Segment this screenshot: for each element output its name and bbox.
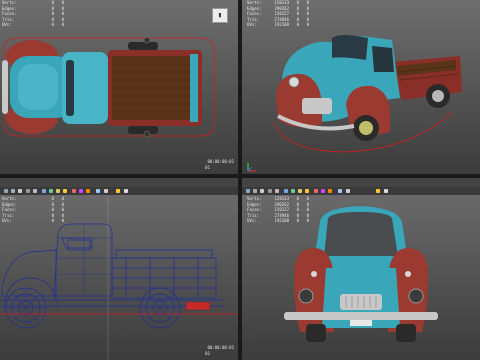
viewport-front[interactable]: View Shading Lighting Show Renderer Pane… <box>242 178 480 360</box>
panel-toolbar <box>0 187 238 195</box>
exposure-icon[interactable] <box>124 189 128 193</box>
xray-icon[interactable] <box>321 189 325 193</box>
exposure-icon[interactable] <box>384 189 388 193</box>
viewport-top[interactable]: Verts: 0 0 Edges: 0 0 Faces: 0 0 Tris: 0 0 UVs: 0… <box>0 0 238 174</box>
grid-icon[interactable] <box>26 189 30 193</box>
stat-row: UVs: 0 0 <box>2 218 64 223</box>
light-bulb-icon[interactable] <box>116 189 120 193</box>
shadows-icon[interactable] <box>72 189 76 193</box>
textured-icon[interactable] <box>298 189 302 193</box>
hud-icon[interactable] <box>338 189 342 193</box>
lights-icon[interactable] <box>305 189 309 193</box>
textured-icon[interactable] <box>56 189 60 193</box>
panel-toolbar <box>242 187 480 195</box>
film-gate-icon[interactable] <box>275 189 279 193</box>
panel-menu-bar: View Shading Lighting Show Renderer Pane… <box>242 178 480 194</box>
bookmark-icon[interactable] <box>253 189 257 193</box>
poly-count-hud: Verts: 158133 0 0 Edges: 290262 0 0 Faces: 1501… <box>247 196 309 224</box>
viewport-side[interactable]: Lighting Show Renderer Panels Verts:00 E… <box>0 178 238 360</box>
smooth-shade-icon[interactable] <box>291 189 295 193</box>
lights-icon[interactable] <box>63 189 67 193</box>
wireframe-icon[interactable] <box>42 189 46 193</box>
camera-icon[interactable] <box>246 189 250 193</box>
panel-layout-button[interactable]: ▮ <box>212 8 228 23</box>
xray-icon[interactable] <box>79 189 83 193</box>
timecode-readout: 00:00:00:01 <box>207 159 235 164</box>
smooth-shade-icon[interactable] <box>49 189 53 193</box>
axis-indicator-icon <box>246 158 258 172</box>
isolate-icon[interactable] <box>328 189 332 193</box>
gamma-icon[interactable] <box>346 189 350 193</box>
wireframe-icon[interactable] <box>284 189 288 193</box>
panel-menu-bar: Lighting Show Renderer Panels <box>0 178 238 194</box>
frame-readout: 01 <box>205 351 210 356</box>
shadows-icon[interactable] <box>314 189 318 193</box>
poly-count-hud: Verts: 0 0 Edges: 0 0 Faces: 0 0 Tris: 0 0 UVs: 0… <box>2 0 64 28</box>
bookmark-icon[interactable] <box>11 189 15 193</box>
viewport-perspective[interactable]: Verts: 158133 0 0 Edges: 290262 0 0 Faces: 1501… <box>242 0 480 174</box>
poly-count-hud: Verts: 0 0 Edges: 0 0 Faces: 0 0 Tris: 0 0 UVs: 0… <box>2 196 64 224</box>
camera-icon[interactable] <box>4 189 8 193</box>
gamma-icon[interactable] <box>104 189 108 193</box>
poly-count-hud: Verts: 158133 0 0 Edges: 290262 0 0 Faces: 1501… <box>247 0 309 28</box>
frame-readout: 01 <box>205 165 210 170</box>
stat-row: UVs: 0 0 <box>2 22 64 27</box>
image-plane-icon[interactable] <box>18 189 22 193</box>
grid-icon[interactable] <box>268 189 272 193</box>
light-bulb-icon[interactable] <box>376 189 380 193</box>
hud-icon[interactable] <box>96 189 100 193</box>
timecode-readout: 00:00:00:01 <box>207 345 235 350</box>
film-gate-icon[interactable] <box>33 189 37 193</box>
stat-row: UVs: 192108 0 0 <box>247 22 309 27</box>
stat-row: UVs: 192108 0 0 <box>247 218 309 223</box>
image-plane-icon[interactable] <box>260 189 264 193</box>
isolate-icon[interactable] <box>86 189 90 193</box>
